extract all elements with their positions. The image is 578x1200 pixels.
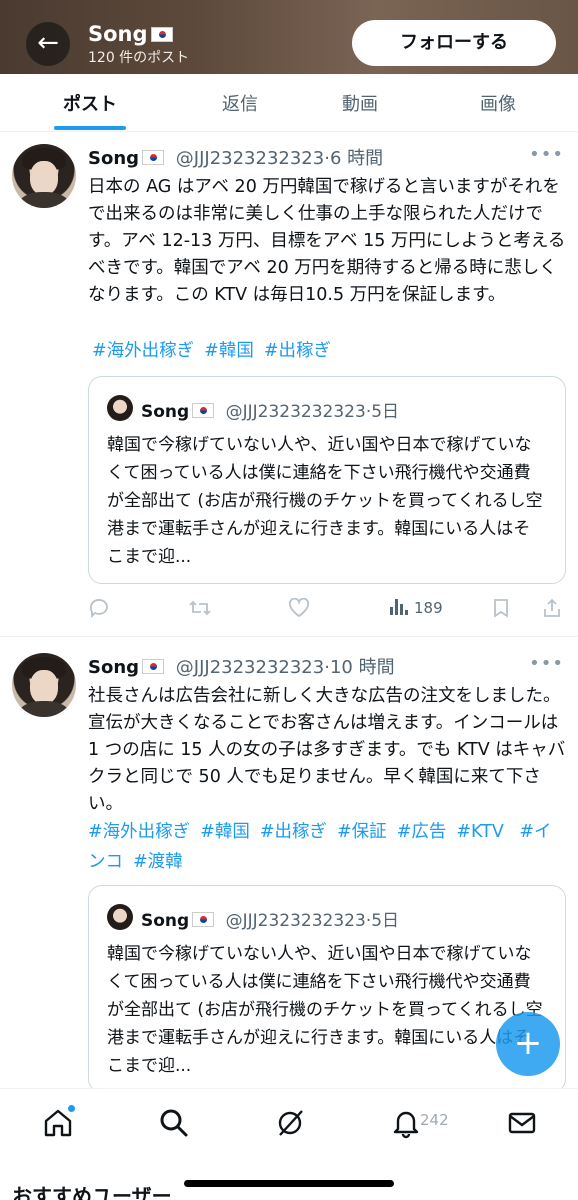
hashtag[interactable]: #広告	[397, 822, 447, 842]
views-count: 189	[414, 599, 443, 617]
reply-icon[interactable]	[88, 598, 110, 623]
post-author-row: Song @JJJ2323232323·6 時間	[88, 148, 384, 169]
compose-button[interactable]: +	[496, 1012, 560, 1076]
bookmark-icon[interactable]	[492, 598, 510, 623]
arrow-left-icon: ←	[37, 28, 59, 58]
tab-posts[interactable]: ポスト	[54, 90, 126, 116]
post-actions: 189	[88, 597, 566, 623]
views-count: 242	[420, 1111, 449, 1129]
author-name[interactable]: Song	[88, 148, 139, 169]
tab-images[interactable]: 画像	[468, 90, 528, 116]
quote-author-row: Song @JJJ2323232323·5日	[141, 911, 400, 931]
share-icon[interactable]	[542, 598, 562, 623]
active-tab-indicator	[54, 126, 126, 130]
hashtag[interactable]: #渡韓	[133, 852, 183, 872]
hashtag[interactable]: #韓国	[200, 822, 250, 842]
quote-avatar	[107, 904, 133, 930]
follow-button[interactable]: フォローする	[352, 20, 556, 66]
plus-icon: +	[513, 1023, 543, 1063]
home-indicator	[184, 1180, 394, 1187]
quoted-post[interactable]: Song @JJJ2323232323·5日 韓国で今稼げていない人や、近い国や…	[88, 376, 566, 584]
tab-replies[interactable]: 返信	[210, 90, 270, 116]
search-icon[interactable]	[158, 1107, 190, 1139]
avatar[interactable]	[12, 653, 76, 717]
quote-text: 韓国で今稼げていない人や、近い国や日本で稼げていなくて困っている人は僕に連絡を下…	[107, 435, 543, 567]
hashtag[interactable]: #出稼ぎ	[260, 822, 327, 842]
avatar[interactable]	[12, 144, 76, 208]
hashtag[interactable]: #出稼ぎ	[264, 341, 331, 361]
quote-author-row: Song @JJJ2323232323·5日	[141, 402, 400, 422]
korea-flag-icon	[192, 403, 215, 418]
author-handle[interactable]: @JJJ2323232323	[176, 657, 324, 678]
korea-flag-icon	[142, 150, 165, 165]
post-count: 120 件のポスト	[88, 50, 190, 66]
recommended-users-heading: おすすめユーザー	[12, 1184, 172, 1200]
post-time: 6 時間	[329, 148, 384, 169]
bottom-nav: 242	[0, 1088, 578, 1158]
post-2[interactable]: Song @JJJ2323232323·10 時間 ••• 社長さんは広告会社に…	[0, 637, 578, 1097]
mail-icon[interactable]	[506, 1107, 538, 1139]
post-time: 10 時間	[329, 657, 395, 678]
hashtag[interactable]: #KTV	[456, 822, 503, 842]
author-name[interactable]: Song	[88, 657, 139, 678]
like-icon[interactable]	[288, 597, 310, 623]
post-hashtags: #海外出稼ぎ #韓国 #出稼ぎ	[92, 336, 570, 366]
post-text: 日本の AG はアベ 20 万円韓国で稼げると言いますがそれをで出来るのは非常に…	[88, 177, 566, 305]
korea-flag-icon	[150, 27, 173, 42]
hashtag[interactable]: #海外出稼ぎ	[88, 822, 190, 842]
hashtag[interactable]: #海外出稼ぎ	[92, 341, 194, 361]
author-handle[interactable]: @JJJ2323232323	[176, 148, 324, 169]
quote-text: 韓国で今稼げていない人や、近い国や日本で稼げていなくて困っている人は僕に連絡を下…	[107, 944, 543, 1076]
post-hashtags: #海外出稼ぎ #韓国 #出稼ぎ #保証 #広告 #KTV #インコ #渡韓	[88, 817, 566, 877]
back-button[interactable]: ←	[26, 22, 70, 66]
profile-tabs: ポスト 返信 動画 画像	[0, 74, 578, 132]
hashtag[interactable]: #韓国	[204, 341, 254, 361]
tab-videos[interactable]: 動画	[330, 90, 390, 116]
post-text: 社長さんは広告会社に新しく大きな広告の注文をしました。宣伝が大きくなることでお客…	[88, 686, 566, 814]
korea-flag-icon	[142, 659, 165, 674]
hashtag[interactable]: #保証	[337, 822, 387, 842]
more-options-icon[interactable]: •••	[529, 144, 564, 165]
bell-icon[interactable]	[390, 1107, 422, 1139]
post-author-row: Song @JJJ2323232323·10 時間	[88, 657, 395, 678]
profile-header: ← Song 120 件のポスト フォローする	[0, 0, 578, 74]
more-options-icon[interactable]: •••	[529, 653, 564, 674]
korea-flag-icon	[192, 912, 215, 927]
profile-name: Song	[88, 22, 173, 46]
repost-icon[interactable]	[188, 598, 212, 623]
grok-icon[interactable]	[274, 1107, 306, 1139]
quoted-post[interactable]: Song @JJJ2323232323·5日 韓国で今稼げていない人や、近い国や…	[88, 885, 566, 1093]
post-1[interactable]: Song @JJJ2323232323·6 時間 ••• 日本の AG はアベ …	[0, 132, 578, 636]
views-icon[interactable]: 189	[390, 598, 443, 618]
quote-avatar	[107, 395, 133, 421]
home-icon[interactable]	[42, 1105, 75, 1139]
